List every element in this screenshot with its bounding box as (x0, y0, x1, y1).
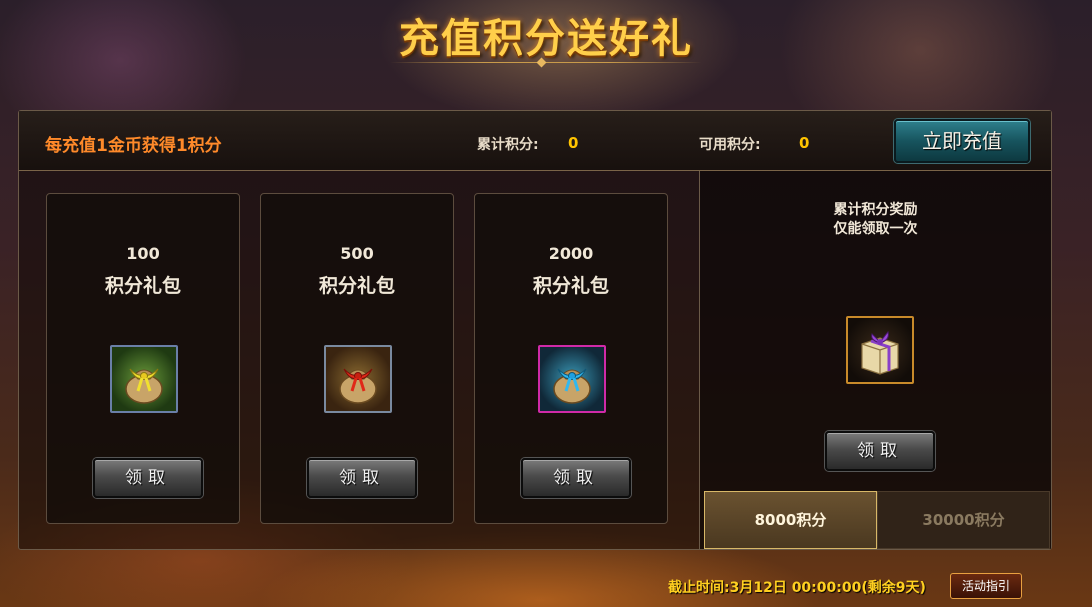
claim-button[interactable]: 领取 (307, 458, 417, 498)
card-points: 100 (126, 244, 160, 263)
total-points-label: 累计积分: (477, 137, 539, 153)
page-title: 充值积分送好礼 (399, 16, 693, 62)
blue-ribbon-bag-icon[interactable] (538, 345, 606, 413)
card-points: 500 (340, 244, 374, 263)
rate-text: 每充值1金币获得1积分 (45, 136, 222, 156)
recharge-now-button[interactable]: 立即充值 (894, 119, 1030, 163)
main-panel: 每充值1金币获得1积分 累计积分: 0 可用积分: 0 立即充值 100 积分礼… (18, 110, 1052, 550)
deadline-text: 截止时间:3月12日 00:00:00(剩余9天) (668, 580, 926, 596)
tab-30000-points[interactable]: 30000积分 (877, 491, 1050, 549)
points-pack-card-100: 100 积分礼包 领取 (46, 193, 240, 524)
card-points: 2000 (548, 244, 594, 263)
total-points-value: 0 (568, 134, 579, 152)
green-yellow-ribbon-bag-icon[interactable] (110, 345, 178, 413)
reward-title: 累计积分奖励 仅能领取一次 (700, 201, 1051, 239)
points-pack-card-2000: 2000 积分礼包 领取 (474, 193, 668, 524)
cumulative-reward-panel: 累计积分奖励 仅能领取一次 领取 8000积分 30000积分 (699, 171, 1051, 549)
available-points-value: 0 (799, 134, 810, 152)
claim-button[interactable]: 领取 (93, 458, 203, 498)
purple-ribbon-gift-box-icon[interactable] (846, 316, 914, 384)
reward-claim-button[interactable]: 领取 (825, 431, 935, 471)
reward-tier-tabs: 8000积分 30000积分 (704, 491, 1050, 549)
available-points-label: 可用积分: (699, 137, 761, 153)
points-pack-card-500: 500 积分礼包 领取 (260, 193, 454, 524)
reward-title-line2: 仅能领取一次 (833, 221, 918, 237)
event-guide-button[interactable]: 活动指引 (950, 573, 1022, 599)
card-name: 积分礼包 (532, 275, 609, 297)
brown-red-ribbon-bag-icon[interactable] (324, 345, 392, 413)
tab-8000-points[interactable]: 8000积分 (704, 491, 877, 549)
card-name: 积分礼包 (318, 275, 395, 297)
card-name: 积分礼包 (104, 275, 181, 297)
info-bar: 每充值1金币获得1积分 累计积分: 0 可用积分: 0 立即充值 (19, 111, 1051, 171)
reward-title-line1: 累计积分奖励 (833, 202, 918, 218)
claim-button[interactable]: 领取 (521, 458, 631, 498)
